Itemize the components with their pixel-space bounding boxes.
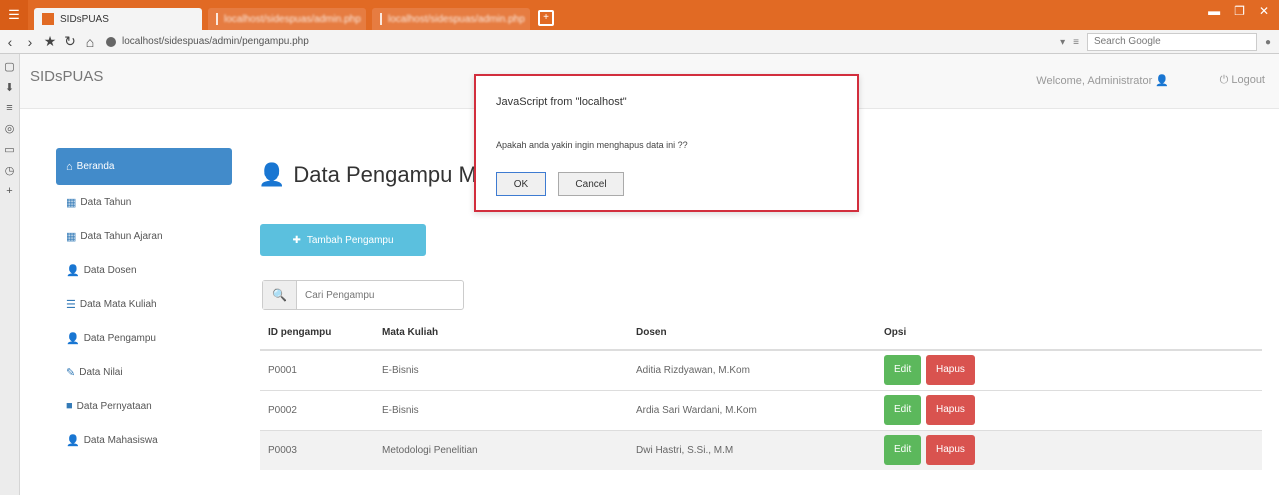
close-icon[interactable]: ✕ (1259, 4, 1269, 18)
brand-logo[interactable]: SIDsPUAS (30, 68, 103, 85)
delete-button[interactable]: Hapus (926, 355, 975, 386)
maximize-icon[interactable]: ❐ (1234, 4, 1245, 18)
cell-matkul: E-Bisnis (374, 389, 628, 430)
search-icon: 🔍 (263, 281, 297, 309)
list-icon: ☰ (66, 298, 76, 311)
extension-icon[interactable]: ● (1265, 37, 1271, 48)
home-icon[interactable]: ⌂ (80, 34, 100, 50)
page-title: 👤 Data Pengampu M (258, 162, 477, 187)
downloads-icon[interactable]: ⬇ (5, 81, 14, 94)
dialog-cancel-button[interactable]: Cancel (558, 172, 624, 196)
browser-titlebar: ☰ SIDsPUAS localhost/sidespuas/admin.php… (0, 0, 1279, 30)
pengampu-table: ID pengampu Mata Kuliah Dosen Opsi P0001… (260, 316, 1262, 470)
table-icon: ▦ (66, 230, 77, 243)
add-panel-icon[interactable]: + (6, 185, 12, 197)
cell-id: P0001 (260, 349, 374, 390)
column-header: Opsi (876, 316, 1262, 351)
cell-dosen: Ardia Sari Wardani, M.Kom (628, 389, 876, 430)
cell-matkul: E-Bisnis (374, 349, 628, 390)
tab-favicon-icon (42, 13, 54, 25)
square-icon: ■ (66, 400, 73, 412)
column-header: Dosen (628, 316, 876, 351)
dropdown-icon[interactable]: ▾ (1060, 37, 1065, 48)
bookmark-icon[interactable]: ★ (40, 33, 60, 50)
address-bar[interactable]: localhost/sidespuas/admin/pengampu.php (106, 33, 886, 51)
browser-search-input[interactable]: Search Google (1086, 33, 1257, 51)
cell-dosen: Dwi Hastri, S.Si., M.M (628, 429, 876, 470)
minimize-icon[interactable]: ▬ (1208, 4, 1220, 18)
tab-2[interactable]: localhost/sidespuas/admin.php (208, 8, 366, 30)
table-row: P0003 Metodologi Penelitian Dwi Hastri, … (260, 429, 1262, 470)
tab-favicon-icon (216, 13, 218, 25)
cell-opsi: Edit Hapus (876, 429, 1262, 470)
back-icon[interactable]: ‹ (0, 34, 20, 50)
welcome-text[interactable]: Welcome, Administrator 👤 (1036, 74, 1169, 87)
edit-button[interactable]: Edit (884, 395, 922, 425)
notes-icon[interactable]: ≡ (6, 102, 12, 114)
menu-item-data-nilai[interactable]: ✎ Data Nilai (56, 355, 232, 389)
delete-button[interactable]: Hapus (926, 395, 975, 425)
cell-opsi: Edit Hapus (876, 389, 1262, 430)
url-text: localhost/sidespuas/admin/pengampu.php (122, 36, 309, 47)
menu-item-data-mahasiswa[interactable]: 👤 Data Mahasiswa (56, 423, 232, 457)
edit-button[interactable]: Edit (884, 435, 922, 466)
edit-button[interactable]: Edit (884, 355, 922, 386)
tab-sidspuas[interactable]: SIDsPUAS (34, 8, 202, 30)
site-info-icon[interactable] (106, 36, 116, 47)
tab-favicon-icon (380, 13, 382, 25)
search-group: 🔍 (262, 280, 464, 310)
logout-link[interactable]: ⏻ Logout (1220, 74, 1265, 87)
browser-menu-icon[interactable]: ☰ (0, 0, 28, 30)
dialog-ok-button[interactable]: OK (496, 172, 546, 196)
cell-id: P0003 (260, 429, 374, 470)
menu-item-data-pengampu[interactable]: 👤 Data Pengampu (56, 321, 232, 355)
side-menu: ⌂ Beranda ▦ Data Tahun ▦ Data Tahun Ajaran … (56, 148, 232, 457)
table-row: P0001 E-Bisnis Aditia Rizdyawan, M.Kom E… (260, 349, 1262, 390)
reader-icon[interactable]: ≡ (1073, 37, 1079, 48)
confirm-dialog: JavaScript from "localhost" Apakah anda … (474, 74, 859, 212)
user-icon: 👤 (66, 264, 80, 277)
pencil-icon: ✎ (66, 366, 76, 379)
menu-item-data-mata-kuliah[interactable]: ☰ Data Mata Kuliah (56, 287, 232, 321)
add-pengampu-button[interactable]: ✚ Tambah Pengampu (260, 224, 426, 256)
menu-item-data-tahun[interactable]: ▦ Data Tahun (56, 185, 232, 219)
home-icon: ⌂ (66, 160, 73, 173)
menu-item-data-dosen[interactable]: 👤 Data Dosen (56, 253, 232, 287)
tab-3[interactable]: localhost/sidespuas/admin.php (372, 8, 530, 30)
bookmarks-icon[interactable]: ▢ (4, 60, 14, 73)
browser-navbar: ‹ › ★ ↻ ⌂ localhost/sidespuas/admin/peng… (0, 30, 1279, 54)
dialog-message: Apakah anda yakin ingin menghapus data i… (496, 140, 688, 150)
search-input[interactable] (297, 289, 457, 301)
forward-icon[interactable]: › (20, 34, 40, 50)
user-icon: 👤 (258, 162, 286, 187)
table-header: ID pengampu Mata Kuliah Dosen Opsi (260, 316, 1262, 351)
column-header: ID pengampu (260, 316, 374, 351)
new-tab-button[interactable]: + (538, 10, 554, 26)
logout-icon: ⏻ (1219, 74, 1229, 86)
dialog-title: JavaScript from "localhost" (496, 96, 627, 108)
menu-item-beranda[interactable]: ⌂ Beranda (56, 148, 232, 185)
table-row: P0002 E-Bisnis Ardia Sari Wardani, M.Kom… (260, 389, 1262, 430)
clock-icon[interactable]: ◷ (5, 164, 15, 177)
cell-id: P0002 (260, 389, 374, 430)
browser-sidebar: ▢ ⬇ ≡ ◎ ▭ ◷ + (0, 54, 20, 495)
tab-label: SIDsPUAS (60, 13, 109, 25)
plus-icon: ✚ (292, 234, 301, 246)
reload-icon[interactable]: ↻ (60, 33, 80, 50)
menu-item-data-pernyataan[interactable]: ■ Data Pernyataan (56, 389, 232, 423)
user-icon: 👤 (66, 332, 80, 345)
user-icon: 👤 (66, 434, 80, 447)
tab-label: localhost/sidespuas/admin.php (224, 13, 361, 25)
panel-icon[interactable]: ▭ (4, 143, 14, 156)
cell-opsi: Edit Hapus (876, 349, 1262, 390)
user-icon: 👤 (1155, 75, 1169, 87)
cell-matkul: Metodologi Penelitian (374, 429, 628, 470)
tab-label: localhost/sidespuas/admin.php (388, 13, 525, 25)
delete-button[interactable]: Hapus (926, 435, 975, 466)
column-header: Mata Kuliah (374, 316, 628, 351)
table-icon: ▦ (66, 196, 77, 209)
menu-item-data-tahun-ajaran[interactable]: ▦ Data Tahun Ajaran (56, 219, 232, 253)
cell-dosen: Aditia Rizdyawan, M.Kom (628, 349, 876, 390)
history-icon[interactable]: ◎ (5, 122, 15, 135)
